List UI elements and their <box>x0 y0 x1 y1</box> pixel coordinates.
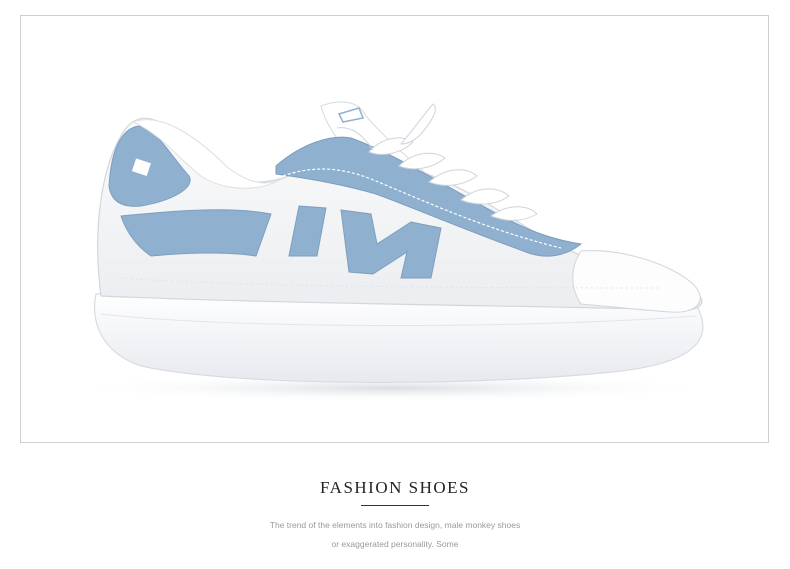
toe-cap <box>572 250 701 313</box>
section-title: FASHION SHOES <box>319 478 470 497</box>
caption-line-2: or exaggerated personality. Some <box>331 539 459 549</box>
product-photo-frame: ██ <box>20 15 769 443</box>
caption-line-1: The trend of the elements into fashion d… <box>269 520 521 530</box>
sneaker-image: ██ <box>61 101 721 402</box>
title-underline <box>361 505 429 506</box>
